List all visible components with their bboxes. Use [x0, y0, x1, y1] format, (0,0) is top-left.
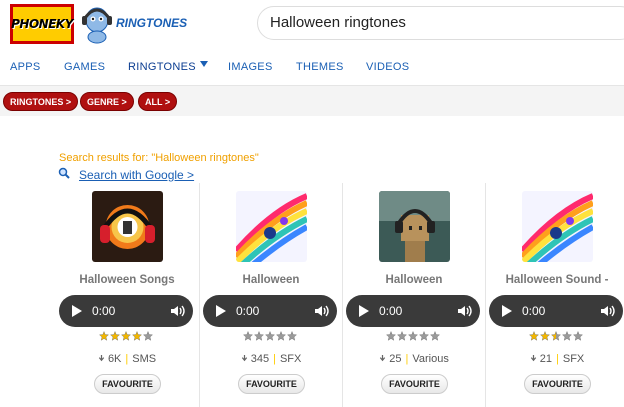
ringtone-title[interactable]: Halloween [349, 274, 479, 286]
audio-player[interactable]: 0:00 [489, 295, 623, 327]
ringtone-title[interactable]: Halloween [206, 274, 336, 286]
phoneky-logo[interactable]: PHONEKY [10, 4, 74, 44]
star-filled-icon [110, 331, 120, 341]
ringtone-title[interactable]: Halloween Songs [62, 274, 192, 286]
star-half-icon [551, 331, 561, 341]
download-icon [241, 355, 247, 362]
brand-subtitle[interactable]: RINGTONES [116, 16, 187, 30]
ringtone-title[interactable]: Halloween Sound - [492, 274, 622, 286]
star-empty-icon [265, 331, 275, 341]
star-empty-icon [419, 331, 429, 341]
chevron-down-icon[interactable] [200, 61, 208, 67]
mascot-headphones-icon [82, 7, 112, 44]
ringtone-card[interactable]: Halloween Songs 0:00 6K | SMS FAVOURITE [56, 183, 198, 407]
favourite-button[interactable]: FAVOURITE [381, 374, 448, 394]
star-filled-icon [99, 331, 109, 341]
audio-player[interactable]: 0:00 [203, 295, 337, 327]
ringtone-meta: 25 | Various [343, 353, 485, 365]
star-empty-icon [430, 331, 440, 341]
search-with-google-link[interactable]: Search with Google > [79, 168, 194, 182]
time-readout: 0:00 [236, 304, 260, 318]
star-empty-icon [276, 331, 286, 341]
star-filled-icon [529, 331, 539, 341]
nav-games[interactable]: GAMES [64, 61, 105, 73]
play-icon[interactable] [216, 305, 226, 317]
favourite-button[interactable]: FAVOURITE [238, 374, 305, 394]
nav-videos[interactable]: VIDEOS [366, 61, 409, 73]
download-icon [98, 355, 105, 362]
play-icon[interactable] [502, 305, 512, 317]
download-icon [380, 355, 386, 362]
ringtone-card[interactable]: Halloween Sound - 0:00 21 | SFX FAVOURITE [485, 183, 624, 407]
download-count: 345 [250, 353, 270, 365]
nav-images[interactable]: IMAGES [228, 61, 273, 73]
star-rating [243, 331, 299, 341]
download-count: 25 [389, 353, 402, 365]
star-empty-icon [243, 331, 253, 341]
volume-icon[interactable] [313, 303, 329, 319]
boxman-headphones-icon[interactable] [379, 191, 450, 262]
header: PHONEKY RINGTONES Halloween ringtones [0, 0, 624, 50]
headphones-face-icon[interactable] [92, 191, 163, 262]
star-rating [529, 331, 585, 341]
star-filled-icon [540, 331, 550, 341]
star-empty-icon [254, 331, 264, 341]
crumb-genre[interactable]: GENRE > [80, 92, 134, 111]
crumb-all[interactable]: ALL > [138, 92, 178, 111]
crumb-ringtones[interactable]: RINGTONES > [3, 92, 79, 111]
play-icon[interactable] [359, 305, 369, 317]
star-filled-icon [121, 331, 131, 341]
ringtone-meta: 6K | SMS [56, 353, 198, 365]
nav-ringtones[interactable]: RINGTONES [128, 61, 196, 73]
download-icon [530, 355, 536, 362]
nav-apps[interactable]: APPS [10, 61, 41, 73]
play-icon[interactable] [72, 305, 82, 317]
star-rating [99, 331, 155, 341]
time-readout: 0:00 [379, 304, 403, 318]
time-readout: 0:00 [92, 304, 116, 318]
volume-icon[interactable] [599, 303, 615, 319]
favourite-button[interactable]: FAVOURITE [94, 374, 161, 394]
breadcrumb: RINGTONES > GENRE > ALL > [0, 86, 624, 116]
star-empty-icon [143, 331, 153, 341]
ringtone-meta: 21 | SFX [486, 353, 624, 365]
star-filled-icon [132, 331, 142, 341]
star-empty-icon [287, 331, 297, 341]
main-nav: APPS GAMES RINGTONES IMAGES THEMES VIDEO… [0, 50, 624, 86]
ringtone-card[interactable]: Halloween 0:00 25 | Various FAVOURITE [342, 183, 484, 407]
star-empty-icon [386, 331, 396, 341]
download-count: 21 [539, 353, 553, 365]
nav-themes[interactable]: THEMES [296, 61, 344, 73]
ringtone-category: SFX [562, 353, 585, 365]
volume-icon[interactable] [169, 303, 185, 319]
rainbow-music-icon[interactable] [522, 191, 593, 262]
star-empty-icon [397, 331, 407, 341]
star-empty-icon [562, 331, 572, 341]
ringtone-category: Various [412, 353, 449, 365]
volume-icon[interactable] [456, 303, 472, 319]
logo-text: PHONEKY [11, 17, 73, 31]
results-label: Search results for: "Halloween ringtones… [59, 152, 259, 164]
rainbow-music-icon[interactable] [236, 191, 307, 262]
search-input[interactable]: Halloween ringtones [257, 6, 624, 40]
favourite-button[interactable]: FAVOURITE [524, 374, 591, 394]
ringtone-grid: Halloween Songs 0:00 6K | SMS FAVOURITE Ha… [56, 183, 624, 407]
ringtone-category: SMS [132, 353, 157, 365]
ringtone-meta: 345 | SFX [200, 353, 342, 365]
time-readout: 0:00 [522, 304, 546, 318]
audio-player[interactable]: 0:00 [346, 295, 480, 327]
star-rating [386, 331, 442, 341]
audio-player[interactable]: 0:00 [59, 295, 193, 327]
ringtone-category: SFX [279, 353, 302, 365]
download-count: 6K [107, 353, 122, 365]
star-empty-icon [408, 331, 418, 341]
search-icon [58, 167, 70, 179]
star-empty-icon [573, 331, 583, 341]
ringtone-card[interactable]: Halloween 0:00 345 | SFX FAVOURITE [199, 183, 341, 407]
